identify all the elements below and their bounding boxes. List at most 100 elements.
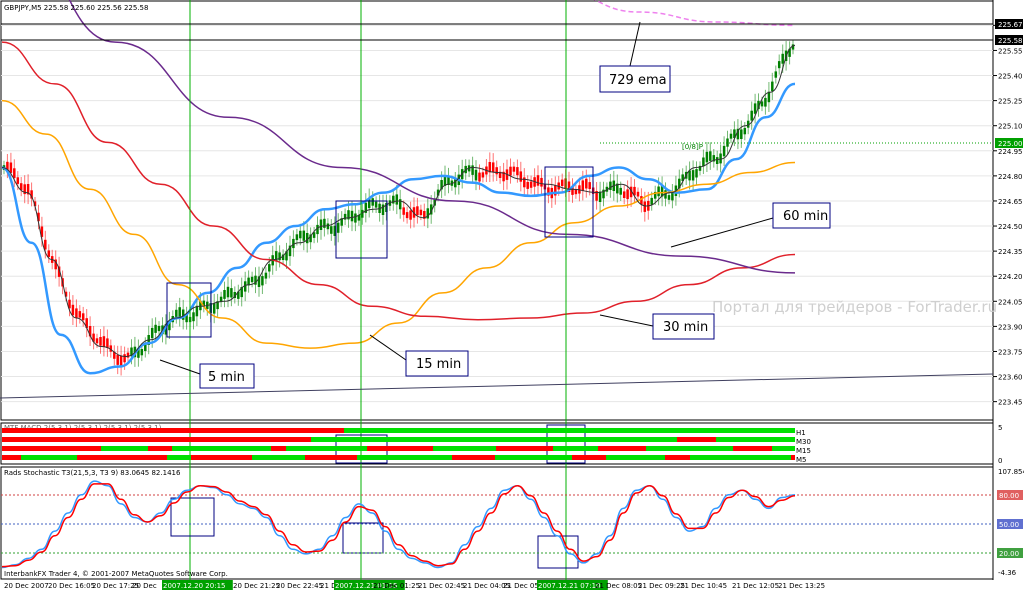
price-tick-label: 223.90 [998, 323, 1023, 331]
mtf-segment [716, 437, 732, 442]
mtf-segment [249, 428, 278, 433]
time-label: 21 Dec 09:25 [638, 582, 685, 590]
chart-canvas: Портал для трейдеров - ForTrader.ru [0/8… [0, 0, 1024, 591]
price-tag-225.00-text: 225.00 [998, 140, 1023, 148]
time-label: 20 Dec 2007 [4, 582, 49, 590]
time-label: 21 Dec 08:05 [595, 582, 642, 590]
price-tick-label: 225.10 [998, 123, 1023, 131]
mtf-segment [531, 437, 542, 442]
mtf-segment [191, 455, 252, 460]
price-tick-label: 225.25 [998, 98, 1023, 106]
mtf-segment [433, 446, 476, 451]
mtf-segment [476, 446, 496, 451]
mtf-segment [91, 446, 101, 451]
stoch-min: -4.36 [998, 569, 1017, 577]
mtf-segment [497, 437, 531, 442]
mtf-segment [197, 428, 249, 433]
price-tick-label: 223.60 [998, 374, 1023, 382]
mtf-segment [452, 455, 495, 460]
price-tag-225.58-text: 225.58 [998, 37, 1023, 45]
price-tick-label: 224.80 [998, 173, 1023, 181]
mtf-segment [230, 437, 282, 442]
mtf-segment [233, 446, 271, 451]
time-label: 21 Dec 01:25 [373, 582, 420, 590]
mtf-segment [290, 455, 305, 460]
mtf-label-m30: M30 [796, 438, 811, 446]
mtf-segment [182, 428, 197, 433]
mtf-segment [464, 428, 498, 433]
mtf-segment [215, 437, 230, 442]
mtf-segment [515, 455, 572, 460]
time-label: 21 Dec 10:45 [680, 582, 727, 590]
mtf-segment [791, 455, 795, 460]
price-tick-label: 224.50 [998, 223, 1023, 231]
mtf-segment [344, 428, 387, 433]
mtf-segment [606, 455, 617, 460]
mtf-segment [646, 446, 671, 451]
mtf-segment [665, 455, 690, 460]
mtf-segment [2, 437, 35, 442]
mtf-label-h1: H1 [796, 429, 806, 437]
mtf-segment [2, 446, 58, 451]
mtf-segment [598, 446, 646, 451]
mtf-segment [286, 446, 338, 451]
mtf-segment [671, 446, 733, 451]
mtf-segment [377, 437, 420, 442]
watermark: Портал для трейдеров - ForTrader.ru [712, 298, 997, 316]
mtf-segment [83, 428, 144, 433]
time-axis: 20 Dec 2007 20 Dec 16:0520 Dec 17:2520 De… [4, 580, 825, 590]
mtf-segment [542, 437, 590, 442]
mtf-segment [440, 437, 497, 442]
time-label: 2007.12.20 20:15 [163, 582, 225, 590]
annotation-729-ema: 729 ema [609, 73, 667, 88]
mtf-segment [172, 446, 233, 451]
mtf-segment [782, 428, 795, 433]
time-label: 21 Dec 02:45 [418, 582, 465, 590]
mtf-segment [683, 428, 699, 433]
mtf-segment [557, 428, 582, 433]
main-header: GBPJPY,M5 225.58 225.60 225.56 225.58 [4, 4, 148, 12]
mtf-segment [12, 428, 59, 433]
mtf-segment [305, 455, 357, 460]
mtf-segment [338, 446, 367, 451]
mtf-segment [35, 437, 45, 442]
annotation-30-min: 30 min [663, 320, 708, 335]
stoch-header: Rads Stochastic T3(21,5,3, T3 9) 83.0645… [4, 469, 181, 477]
mtf-segment [282, 437, 311, 442]
stoch-tag-20-text: 20.00 [999, 550, 1019, 558]
mtf-segment [785, 437, 795, 442]
price-tick-label: 225.55 [998, 47, 1023, 55]
mtf-segment [271, 446, 286, 451]
chart-background [0, 0, 1024, 591]
price-tick-label: 224.95 [998, 148, 1023, 156]
mtf-segment [2, 428, 12, 433]
time-label: 2007.12.21 07:10 [538, 582, 600, 590]
annotation-60-min: 60 min [783, 209, 828, 224]
footer: InterbankFX Trader 4, © 2001-2007 MetaQu… [4, 570, 228, 578]
mtf-segment [357, 455, 386, 460]
price-tick-label: 224.65 [998, 198, 1023, 206]
mtf-segment [572, 455, 606, 460]
mtf-segment [772, 446, 788, 451]
time-label: 21 Dec 13:25 [778, 582, 825, 590]
mtf-segment [45, 437, 92, 442]
mtf-segment [311, 437, 377, 442]
mtf-segment [496, 446, 553, 451]
mtf-segment [120, 455, 167, 460]
mtf-segment [148, 446, 172, 451]
price-tag-225.67-text: 225.67 [998, 21, 1023, 29]
time-label: 21 Dec 12:05 [732, 582, 779, 590]
mtf-segment [587, 446, 598, 451]
stoch-tag-50-text: 50.00 [999, 521, 1019, 529]
mtf-segment [617, 455, 665, 460]
mtf-label-m15: M15 [796, 447, 811, 455]
mtf-label-m5: M5 [796, 456, 807, 464]
price-tick-label: 223.45 [998, 399, 1023, 407]
stoch-max: 107.8544 [998, 468, 1024, 476]
level-label: [0/8]P [682, 143, 703, 151]
price-tick-label: 225.40 [998, 73, 1023, 81]
mtf-segment [582, 428, 644, 433]
mtf-segment [615, 437, 677, 442]
mtf-segment [59, 428, 83, 433]
mtf-scale-bottom: 0 [998, 457, 1002, 465]
